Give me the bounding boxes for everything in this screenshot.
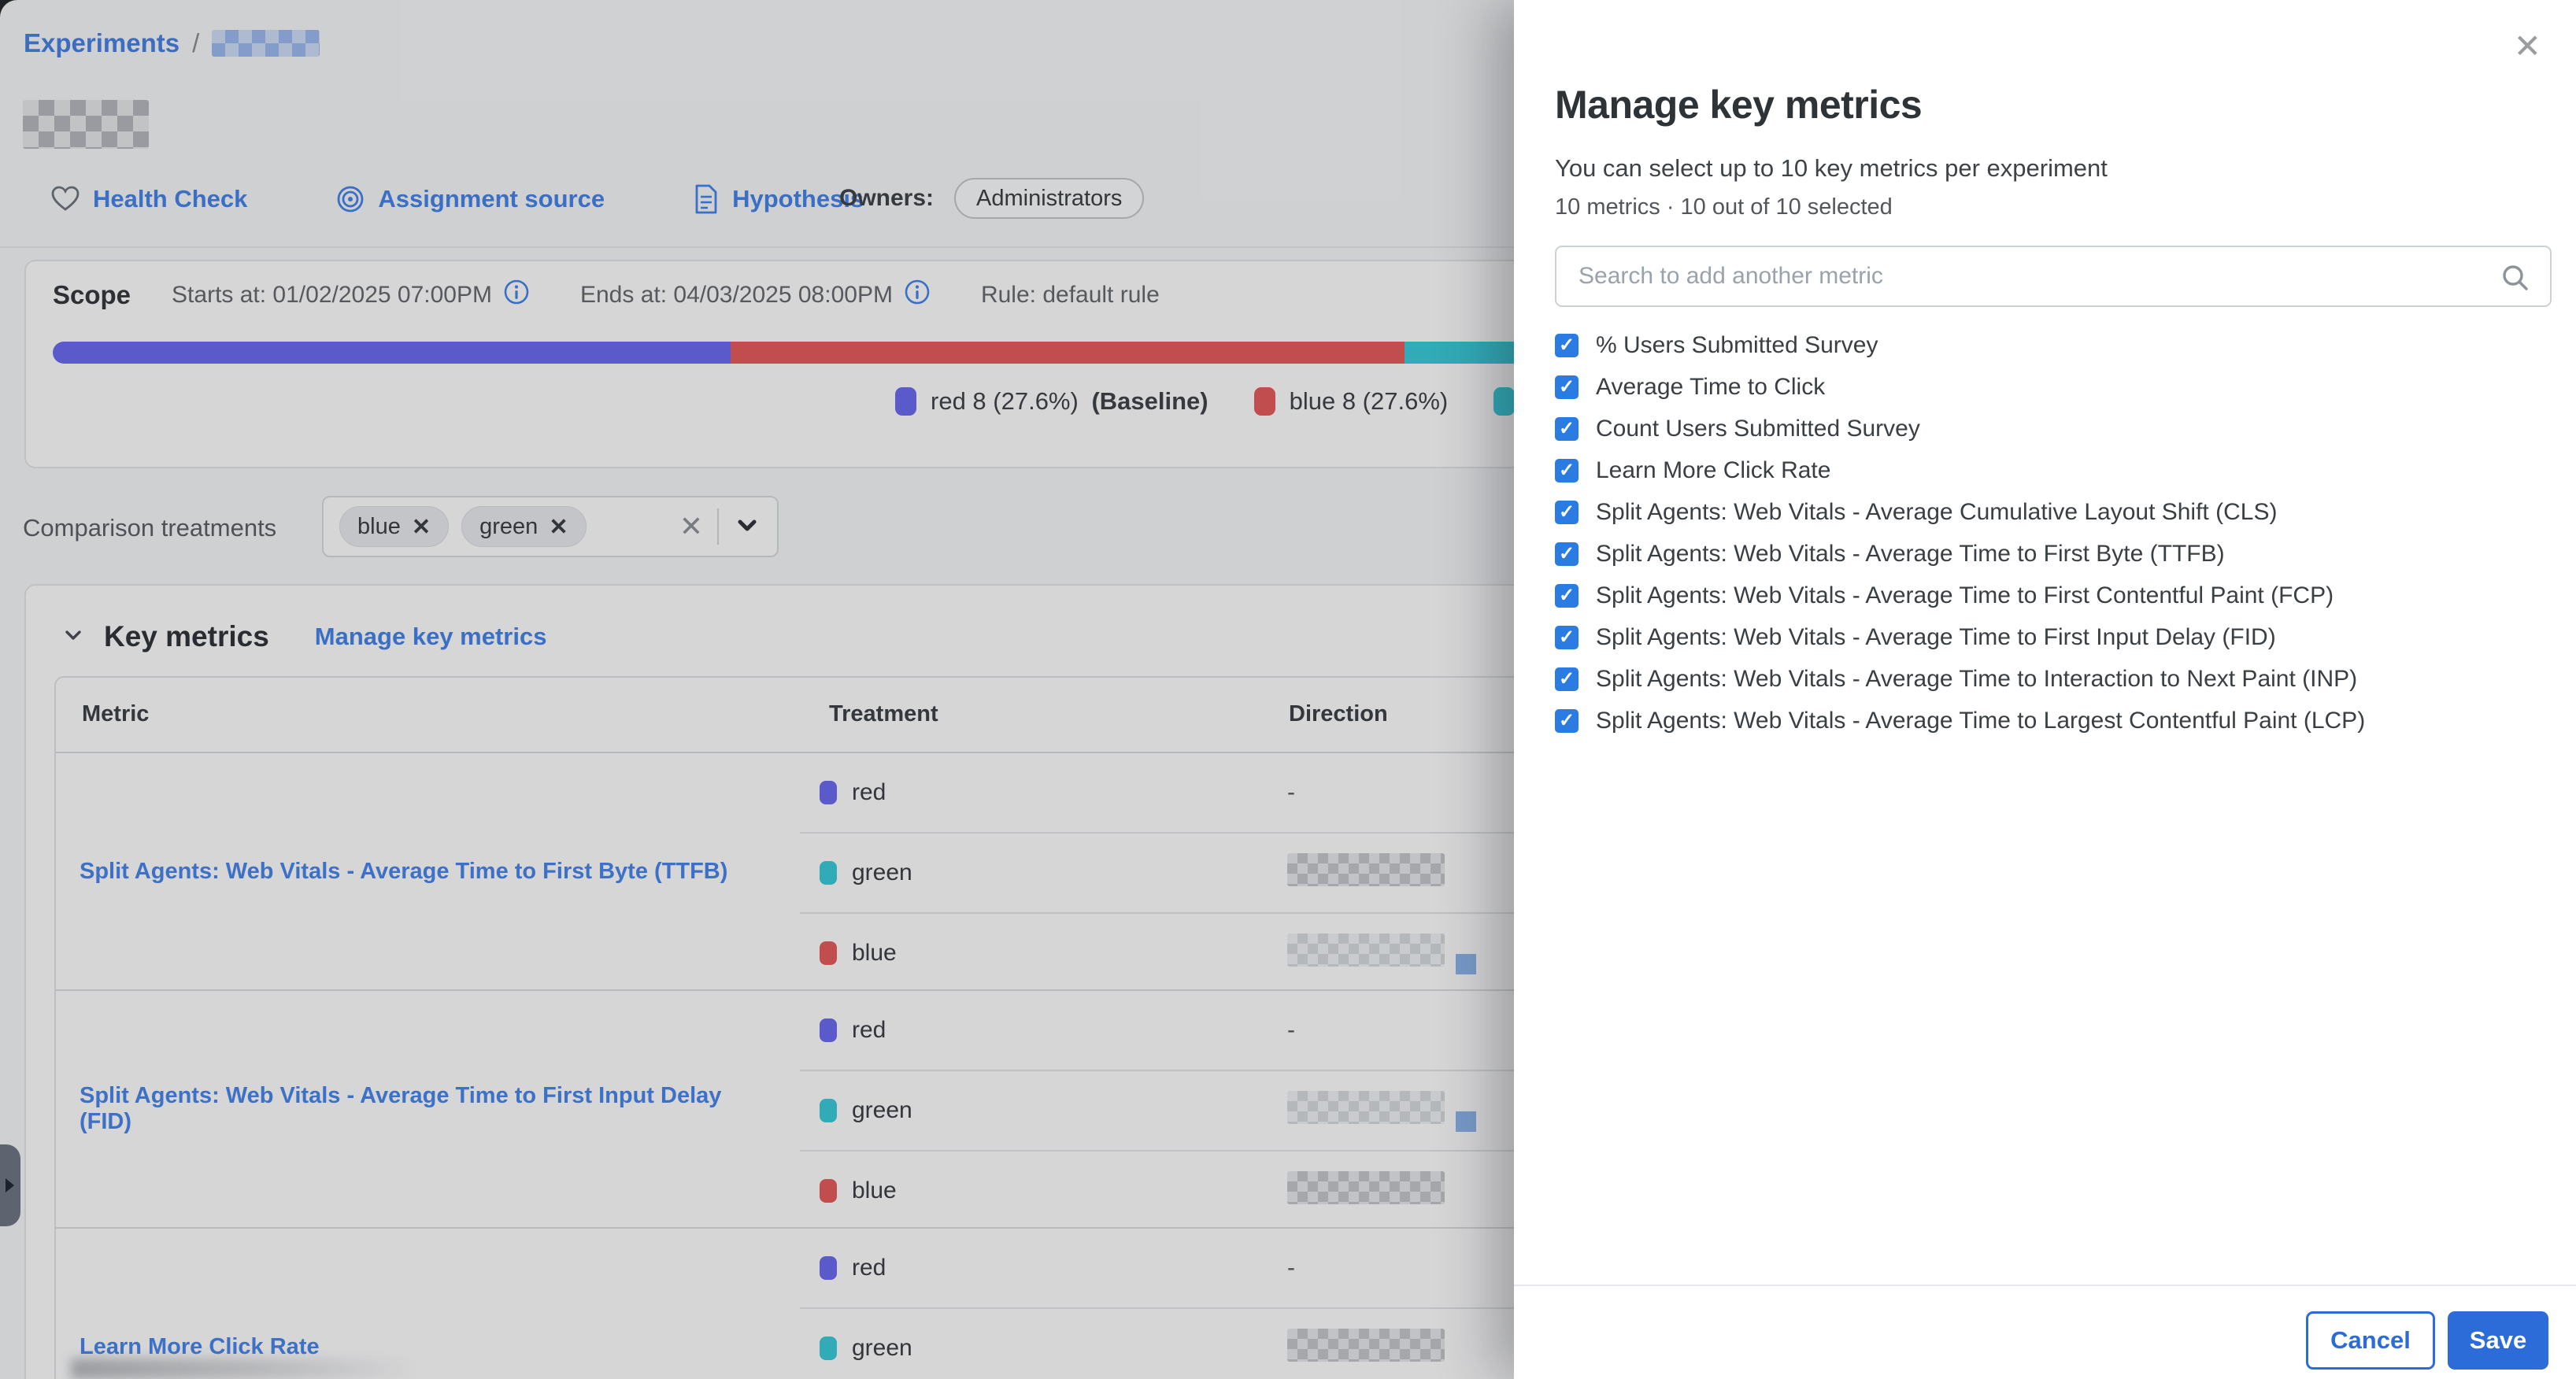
metric-list-item: ✓ Split Agents: Web Vitals - Average Time… (1555, 575, 2545, 616)
metric-label: Count Users Submitted Survey (1596, 416, 1920, 442)
metric-checkbox[interactable]: ✓ (1555, 626, 1579, 649)
metric-list-item: ✓ Split Agents: Web Vitals - Average Time… (1555, 616, 2545, 658)
metric-checkbox[interactable]: ✓ (1555, 709, 1579, 733)
metric-label: Split Agents: Web Vitals - Average Time … (1596, 666, 2357, 693)
metric-checkbox[interactable]: ✓ (1555, 375, 1579, 399)
app-root: Experiments / Health CheckAssignment sou… (0, 0, 2576, 1379)
metric-list-item: ✓ Split Agents: Web Vitals - Average Time… (1555, 533, 2545, 575)
metric-label: Split Agents: Web Vitals - Average Time … (1596, 708, 2365, 734)
close-icon[interactable]: ✕ (2514, 30, 2541, 63)
metric-search-box (1555, 246, 2552, 307)
metric-list-item: ✓ Average Time to Click (1555, 366, 2545, 408)
metric-list-item: ✓ Split Agents: Web Vitals - Average Time… (1555, 658, 2545, 700)
metric-checkbox[interactable]: ✓ (1555, 334, 1579, 357)
metric-checkbox[interactable]: ✓ (1555, 667, 1579, 691)
metric-label: Split Agents: Web Vitals - Average Time … (1596, 541, 2225, 567)
metric-list-item: ✓ Count Users Submitted Survey (1555, 408, 2545, 449)
metric-list-item: ✓ Split Agents: Web Vitals - Average Time… (1555, 700, 2545, 741)
panel-subtitle: You can select up to 10 key metrics per … (1555, 154, 2108, 183)
manage-key-metrics-panel: ✕ Manage key metrics You can select up t… (1514, 0, 2576, 1379)
metric-checkbox[interactable]: ✓ (1555, 501, 1579, 524)
metric-checkbox[interactable]: ✓ (1555, 584, 1579, 608)
metric-label: % Users Submitted Survey (1596, 332, 1878, 359)
metric-checkbox[interactable]: ✓ (1555, 417, 1579, 441)
save-button[interactable]: Save (2448, 1311, 2548, 1370)
panel-footer: Cancel Save (1514, 1285, 2576, 1379)
metric-list-item: ✓ % Users Submitted Survey (1555, 324, 2545, 366)
panel-selection-count: 10 metrics · 10 out of 10 selected (1555, 194, 1893, 220)
metric-label: Split Agents: Web Vitals - Average Time … (1596, 624, 2276, 651)
cancel-button[interactable]: Cancel (2306, 1311, 2435, 1370)
metric-label: Average Time to Click (1596, 374, 1825, 401)
panel-title: Manage key metrics (1555, 82, 1922, 128)
metric-checkbox-list: ✓ % Users Submitted Survey ✓ Average Time t… (1555, 324, 2545, 741)
metric-checkbox[interactable]: ✓ (1555, 542, 1579, 566)
metric-label: Learn More Click Rate (1596, 457, 1830, 484)
metric-list-item: ✓ Split Agents: Web Vitals - Average Cumu… (1555, 491, 2545, 533)
metric-checkbox[interactable]: ✓ (1555, 459, 1579, 482)
metric-search-input[interactable] (1556, 247, 2550, 305)
metric-list-item: ✓ Learn More Click Rate (1555, 449, 2545, 491)
metric-label: Split Agents: Web Vitals - Average Cumul… (1596, 499, 2277, 526)
metric-label: Split Agents: Web Vitals - Average Time … (1596, 582, 2334, 609)
search-icon (2500, 262, 2531, 298)
